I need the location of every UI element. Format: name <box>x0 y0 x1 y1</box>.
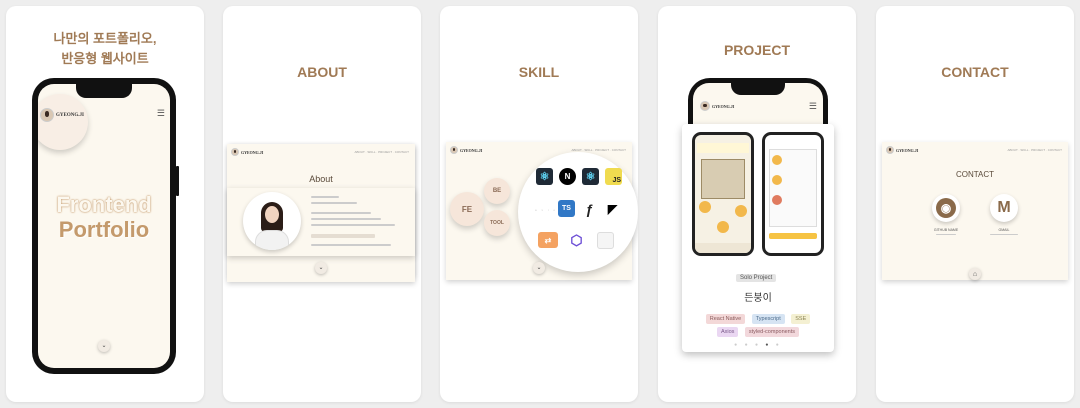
about-section-title: About <box>309 174 333 184</box>
intro-title-line1: 나만의 포트폴리오, <box>53 31 157 46</box>
slide-avatar <box>231 148 239 156</box>
app-building <box>701 159 745 199</box>
intro-title-line2: 반응형 웹사이트 <box>61 51 149 66</box>
skill-scroll-icon[interactable]: ⌄ <box>533 262 545 274</box>
about-card: ABOUT GYEONG.JI ABOUT · SKILL · PROJECT … <box>223 6 421 402</box>
info-line <box>311 196 339 198</box>
stack-pill: styled-components <box>744 327 800 337</box>
project-title: 든붕이 <box>744 293 772 304</box>
intro-card: 나만의 포트폴리오, 반응형 웹사이트 GYEONG.JI ☰ Frontend… <box>6 6 204 402</box>
slide-avatar <box>450 146 458 154</box>
framer-motion-icon: ƒ <box>585 200 594 217</box>
contact-heading: CONTACT <box>941 64 1009 80</box>
app-screenshot-home <box>692 132 754 256</box>
stack-pill: SSE <box>791 314 811 324</box>
info-line <box>311 234 375 238</box>
profile-bubble[interactable] <box>38 94 88 150</box>
avatar <box>40 108 54 122</box>
app-list-avatar <box>772 175 782 185</box>
skill-card: SKILL GYEONG.JI ABOUT · SKILL · PROJECT … <box>440 6 638 402</box>
home-icon[interactable]: ⌂ <box>969 268 981 280</box>
project-modal: Solo Project 든붕이 React Native Typescript… <box>682 124 834 352</box>
framer-icon: ◤ <box>607 201 618 216</box>
skill-bubble-tool[interactable]: TOOL <box>484 210 510 236</box>
app-list-avatar <box>772 155 782 165</box>
react-icon: ⚛ <box>536 168 553 185</box>
github-sub <box>936 234 956 235</box>
info-line <box>311 212 371 214</box>
info-line <box>311 244 391 246</box>
stack-pill: Typescript <box>751 314 785 324</box>
project-stack: React Native Typescript SSE Axios styled… <box>696 312 820 338</box>
github-label: GITHUB NAME <box>933 228 959 232</box>
misc-tool-icon <box>597 232 614 249</box>
app-cta-bar <box>769 233 817 239</box>
slide-nav: ABOUT · SKILL · PROJECT · CONTACT <box>1007 148 1062 152</box>
gmail-sub <box>990 234 1018 235</box>
contact-card: CONTACT GYEONG.JI ABOUT · SKILL · PROJEC… <box>876 6 1074 402</box>
gmail-icon[interactable]: M <box>990 194 1018 222</box>
app-character-icon <box>735 205 747 217</box>
about-info-panel <box>227 188 415 256</box>
phone-notch <box>76 84 132 98</box>
brand-logo[interactable]: GYEONG.JI <box>56 113 84 118</box>
javascript-icon: JS <box>605 168 622 185</box>
info-line <box>311 224 395 226</box>
app-character-icon <box>717 221 729 233</box>
slide-brand: GYEONG.JI <box>241 150 264 155</box>
menu-icon[interactable]: ☰ <box>809 101 817 112</box>
info-line <box>311 218 381 220</box>
app-banner <box>697 143 749 153</box>
phone-side-button <box>176 166 179 196</box>
scroll-down-icon[interactable]: ⌄ <box>98 340 110 352</box>
hero-line1: Frontend <box>56 192 152 217</box>
slide-avatar <box>886 146 894 154</box>
typescript-icon: TS <box>558 200 575 217</box>
gmail-label: GMAIL <box>998 228 1010 232</box>
contact-section-title: CONTACT <box>955 170 995 179</box>
info-line <box>311 202 357 204</box>
github-icon[interactable]: ◉ <box>932 194 960 222</box>
stack-pill: Axios <box>716 327 739 337</box>
app-character-icon <box>699 201 711 213</box>
skill-heading: SKILL <box>518 64 560 80</box>
app-tabbar <box>695 243 751 253</box>
github-mark: ◉ <box>936 198 956 218</box>
avatar <box>700 101 710 111</box>
react-native-icon: ⚛ <box>582 168 599 185</box>
contact-slide: GYEONG.JI ABOUT · SKILL · PROJECT · CONT… <box>882 142 1068 280</box>
project-heading: PROJECT <box>723 42 791 58</box>
about-scroll-icon[interactable]: ⌄ <box>315 262 327 274</box>
slide-brand: GYEONG.JI <box>460 148 483 153</box>
phone-mockup: GYEONG.JI ☰ Frontend Portfolio ⌄ <box>32 78 176 374</box>
project-card: PROJECT GYEONG.JI ☰ Solo Project 든붕이 Rea… <box>658 6 856 402</box>
storybook-icon: ⇄ <box>538 232 558 248</box>
profile-face <box>265 206 279 223</box>
app-list-avatar <box>772 195 782 205</box>
brand-logo[interactable]: GYEONG.JI <box>712 104 734 109</box>
phone-notch <box>731 83 785 95</box>
about-heading: ABOUT <box>297 64 347 80</box>
hero-line2: Portfolio <box>58 217 150 242</box>
slide-nav: ABOUT · SKILL · PROJECT · CONTACT <box>354 150 409 154</box>
profile-body <box>255 230 289 250</box>
app-screenshot-list <box>762 132 824 256</box>
profile-photo-circle <box>243 192 301 250</box>
skill-bubble-be[interactable]: BE <box>484 178 510 204</box>
menu-icon[interactable]: ☰ <box>157 108 165 119</box>
phone-screen: GYEONG.JI ☰ Frontend Portfolio ⌄ <box>38 84 170 368</box>
pagination-dots[interactable]: ● ● ● ● ● <box>682 342 834 348</box>
slide-brand: GYEONG.JI <box>896 148 919 153</box>
nextjs-icon: N <box>559 168 576 185</box>
stack-pill: React Native <box>705 314 746 324</box>
graphql-icon: ⬡ <box>570 232 583 248</box>
project-tag: Solo Project <box>736 274 777 282</box>
skill-bubble-fe[interactable]: FE <box>450 192 484 226</box>
